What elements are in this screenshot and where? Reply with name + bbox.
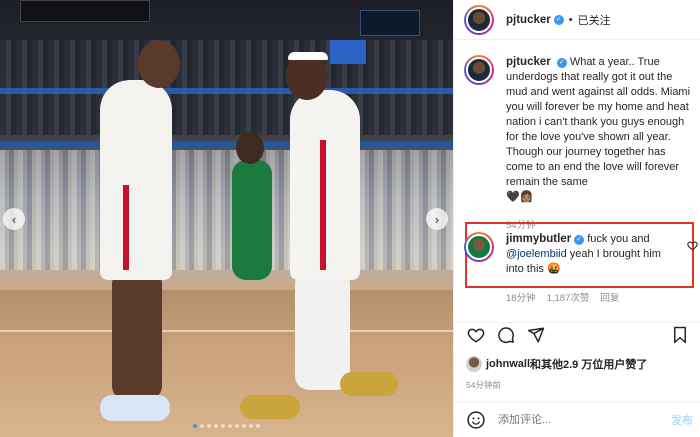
comment-bubble-icon[interactable] [496,325,516,345]
player-head [138,40,180,88]
verified-badge-icon: ✓ [556,58,567,68]
basketball-court [0,290,453,437]
post-comment-button[interactable]: 发布 [671,412,693,428]
carousel-dot[interactable] [235,424,239,428]
player-shoe [340,372,398,396]
arena-ribbon [0,142,453,148]
comment-likes-count[interactable]: 1,187次赞 [547,290,590,304]
comment-meta: 18分钟 1,187次赞 回复 [506,290,619,304]
chevron-left-icon: ‹ [11,211,17,227]
player-white-jersey-left [100,80,172,280]
player-head [236,132,264,164]
caption-username[interactable]: pjtucker [506,56,551,68]
comment-text: fuck you and [587,233,650,245]
share-send-icon[interactable] [526,325,546,345]
player-shoe [240,395,300,419]
post-side-panel: pjtucker ✓ • 已关注 pjtucker ✓ What a year..… [453,0,700,437]
arena-scoreboard [360,10,420,36]
crowd-lower [0,150,453,270]
post-header: pjtucker ✓ • 已关注 [454,0,700,40]
emoji-smile-icon[interactable] [466,410,486,430]
likes-first-user[interactable]: johnwall [486,358,530,370]
caption-emoji: 🖤👩🏽 [506,191,534,203]
post-photo[interactable]: ‹ › [0,0,453,437]
chevron-right-icon: › [434,211,440,227]
likes-rest[interactable]: 和其他2.9 万位用户赞了 [530,356,647,372]
avatar[interactable] [464,55,494,85]
carousel-dot[interactable] [193,424,197,428]
avatar-image [466,234,492,260]
carousel-dots [0,424,453,428]
player-legs [112,270,162,400]
caption-text: What a year.. True underdogs that really… [506,56,691,188]
avatar[interactable] [464,232,494,262]
avatar[interactable] [464,4,494,35]
carousel-dot[interactable] [242,424,246,428]
player-green-jersey [232,160,272,280]
post-time: 54分钟前 [466,380,501,390]
carousel-prev-button[interactable]: ‹ [3,208,25,230]
comment-time: 18分钟 [506,293,536,304]
jersey-stripe [123,185,129,270]
player-legs [295,270,350,390]
add-comment-bar: 发布 [454,402,700,437]
comment-username[interactable]: jimmybutler [506,233,571,245]
court-line [0,330,453,332]
carousel-dot[interactable] [221,424,225,428]
avatar-image [466,57,492,83]
comment: jimmybutler ✓ fuck you and @joelembiid ye… [464,232,696,277]
header-username[interactable]: pjtucker [506,14,551,26]
comment-like-heart-icon[interactable] [687,240,698,254]
player-headband [288,52,328,60]
carousel-dot[interactable] [249,424,253,428]
likes-summary[interactable]: johnwall 和其他2.9 万位用户赞了 [466,356,647,372]
follow-status-button[interactable]: 已关注 [578,12,611,28]
arena-banner [20,0,150,22]
carousel-dot[interactable] [228,424,232,428]
carousel-dot[interactable] [200,424,204,428]
carousel-dot[interactable] [256,424,260,428]
arena-ribbon [0,88,453,94]
jersey-stripe [320,140,326,270]
caption-body: pjtucker ✓ What a year.. True underdogs t… [506,55,694,233]
bookmark-save-icon[interactable] [670,325,690,345]
header-separator: • [568,13,573,26]
carousel-next-button[interactable]: › [426,208,448,230]
comment-mention-link[interactable]: @joelembiid [506,248,567,260]
post-actions-bar [454,322,700,346]
verified-badge-icon: ✓ [574,235,585,245]
like-heart-icon[interactable] [466,325,486,345]
carousel-dot[interactable] [207,424,211,428]
caption: pjtucker ✓ What a year.. True underdogs t… [464,55,696,233]
avatar-image [466,6,492,33]
comment-reply-button[interactable]: 回复 [600,290,619,304]
carousel-dot[interactable] [214,424,218,428]
comment-body: jimmybutler ✓ fuck you and @joelembiid ye… [506,232,681,277]
add-comment-input[interactable] [498,414,648,426]
player-shoe [100,395,170,421]
arena-sign [330,40,366,64]
avatar [466,356,482,372]
verified-badge-icon: ✓ [553,14,564,25]
